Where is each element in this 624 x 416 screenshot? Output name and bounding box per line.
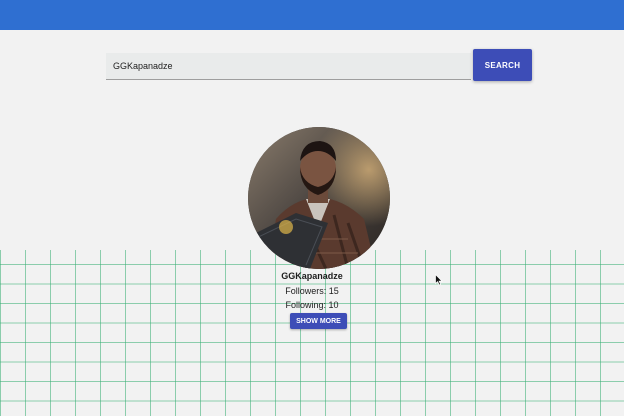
- following-count: Following: 10: [285, 300, 339, 310]
- profile-username: GGKapanadze: [281, 271, 343, 281]
- profile-avatar: [248, 127, 390, 269]
- search-button[interactable]: SEARCH: [473, 49, 532, 81]
- app-header-bar: [0, 0, 624, 30]
- mouse-pointer-icon: [435, 274, 443, 286]
- search-input[interactable]: [106, 53, 471, 80]
- show-more-button[interactable]: SHOW MORE: [290, 313, 347, 329]
- followers-count: Followers: 15: [285, 286, 339, 296]
